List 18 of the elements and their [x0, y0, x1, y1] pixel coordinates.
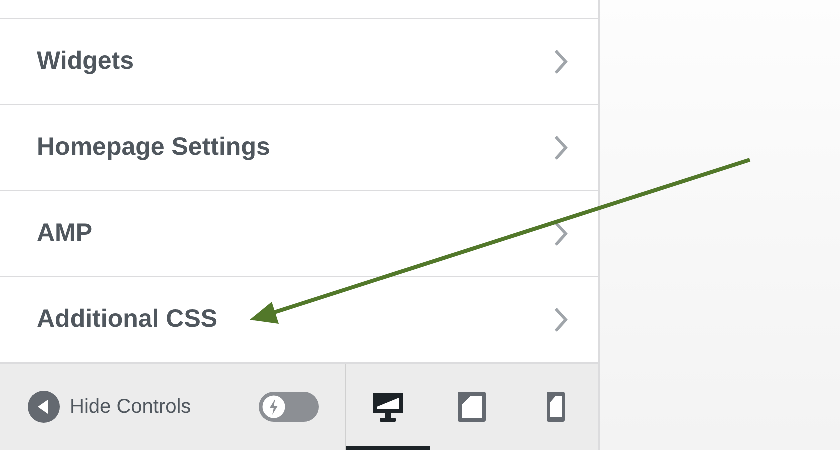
tablet-icon: [457, 391, 487, 423]
phone-icon: [546, 391, 566, 423]
section-title: Additional CSS: [37, 305, 218, 334]
section-item[interactable]: Widgets: [0, 19, 598, 105]
section-title: Homepage Settings: [37, 133, 270, 162]
chevron-icon: [554, 220, 568, 246]
back-icon: [28, 391, 60, 423]
chevron-icon: [554, 306, 568, 332]
lightning-icon: [261, 394, 287, 420]
chevron-icon: [554, 134, 568, 160]
monitor-icon: [372, 391, 404, 423]
toggle-switch[interactable]: [259, 392, 319, 422]
section-item[interactable]: Homepage Settings: [0, 105, 598, 191]
chevron-icon: [554, 48, 568, 74]
section-item[interactable]: AMP: [0, 191, 598, 277]
section-title: AMP: [37, 219, 93, 248]
section-title: Widgets: [37, 47, 134, 76]
hide-controls-button[interactable]: Hide Controls: [28, 391, 192, 423]
